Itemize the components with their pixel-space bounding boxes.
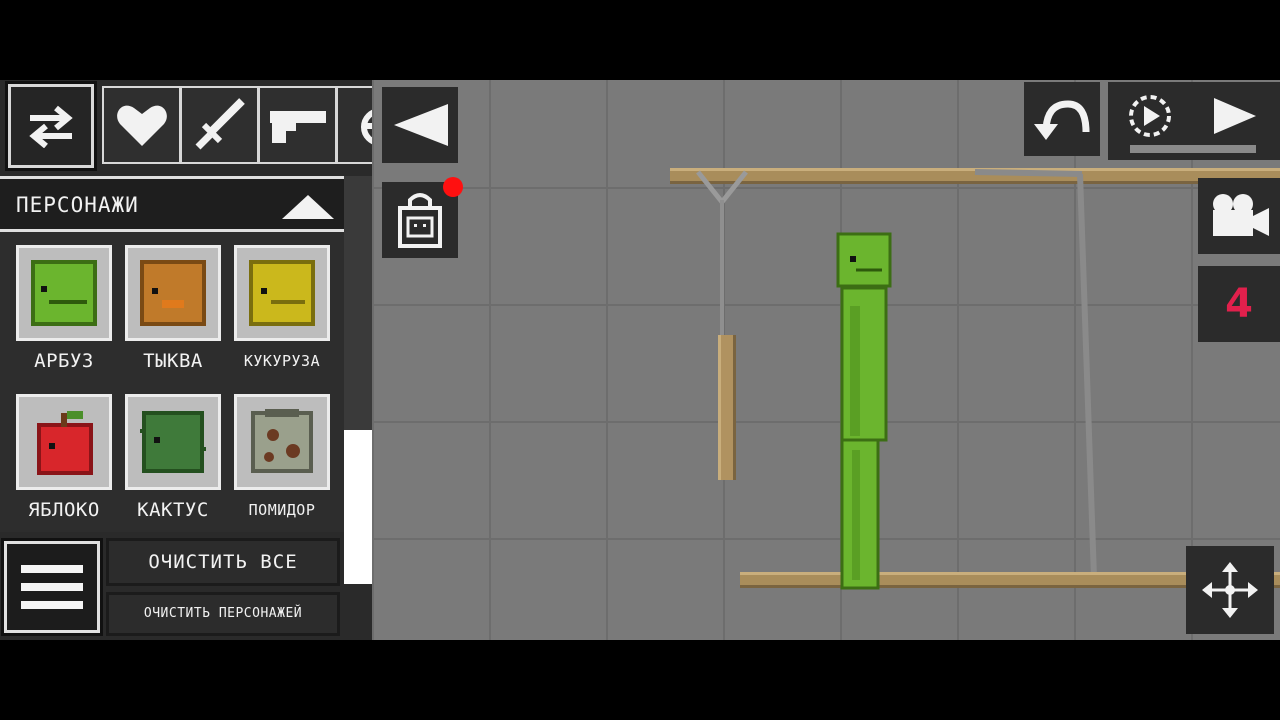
notification-dot [443,177,463,197]
hamburger-icon [21,565,83,573]
apple-head-icon [37,411,93,475]
item-apple[interactable] [16,394,112,490]
cactus-head-icon [140,411,206,473]
time-scale-slider[interactable] [1130,145,1256,153]
item-tomato[interactable] [234,394,330,490]
hamburger-icon-bar [21,583,83,591]
pumpkin-head-icon [140,260,206,326]
sword-icon [195,98,245,150]
undo-arrow-icon [1034,100,1090,140]
item-cactus[interactable] [125,394,221,490]
top-plank[interactable] [670,168,1280,184]
heart-icon [116,105,167,146]
watermelon-head-icon [31,260,97,326]
move-arrows-icon [1202,562,1258,618]
corn-head-icon [249,260,315,326]
slow-motion-icon[interactable] [1126,92,1174,140]
clear-all-button[interactable]: ОЧИСТИТЬ ВСЕ [106,538,340,586]
category-tabs [102,86,372,164]
item-label: ПОМИДОР [248,501,316,519]
hook[interactable] [696,170,748,335]
item-label: АРБУЗ [34,350,94,372]
metal-pole[interactable] [974,169,1113,583]
tab-explosives[interactable] [338,88,372,162]
pistol-icon [269,111,326,143]
letterbox-bottom [0,640,1280,720]
scrollbar-thumb[interactable] [344,430,372,584]
swap-arrows-icon [29,105,73,148]
item-label: КУКУРУЗА [243,352,321,370]
tab-firearms[interactable] [260,88,338,162]
category-title: ПЕРСОНАЖИ [16,193,139,217]
triangle-left-icon [394,104,448,146]
clear-characters-button[interactable]: ОЧИСТИТЬ ПЕРСОНАЖЕЙ [106,592,340,636]
item-watermelon[interactable] [16,245,112,341]
explosive-icon [360,109,372,145]
move-tool-button[interactable] [1186,546,1274,634]
item-corn[interactable] [234,245,330,341]
tab-melee[interactable] [182,88,260,162]
letterbox-top [0,0,1280,80]
item-label: ТЫКВА [143,350,203,372]
hamburger-icon-bar [21,601,83,609]
item-label: ЯБЛОКО [28,499,100,521]
play-icon[interactable] [1210,96,1258,136]
item-pumpkin[interactable] [125,245,221,341]
swap-button[interactable] [5,81,97,171]
tomato-head-icon [251,409,313,473]
camera-button[interactable] [1198,178,1280,254]
counter-value: 4 [1225,281,1253,327]
collapse-panel-button[interactable] [382,87,458,163]
sandbox-scene[interactable] [372,80,1280,640]
undo-button[interactable] [1024,82,1100,156]
counter-badge[interactable]: 4 [1198,266,1280,342]
chevron-up-icon[interactable] [280,191,336,221]
hanging-stick[interactable] [718,335,736,480]
scrollbar-track[interactable] [344,176,372,430]
tab-health[interactable] [104,88,182,162]
item-label: КАКТУС [137,499,209,521]
melon-ragdoll[interactable] [836,232,892,590]
camera-icon [1213,194,1269,236]
shop-bag-icon [398,193,442,248]
category-header[interactable]: ПЕРСОНАЖИ [0,176,344,232]
menu-button[interactable] [1,538,103,636]
